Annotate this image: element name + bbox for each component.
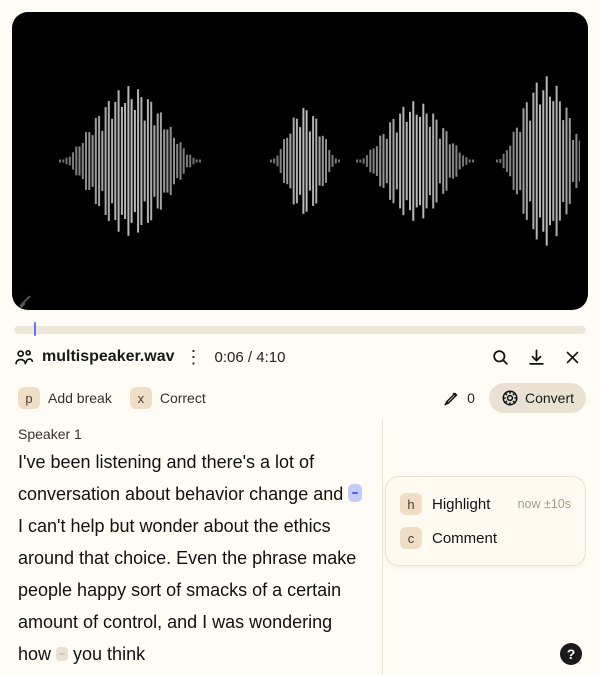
help-button[interactable]: ?	[560, 643, 582, 665]
correct-label: Correct	[160, 390, 206, 406]
file-menu-button[interactable]: ⋮	[183, 348, 205, 366]
multispeaker-icon	[14, 347, 34, 367]
close-button[interactable]	[558, 343, 586, 371]
add-break-keycap: p	[18, 387, 40, 409]
changes-count[interactable]: 0	[439, 387, 479, 409]
help-glyph: ?	[567, 646, 576, 662]
waveform-svg	[20, 61, 580, 261]
pause-marker-active[interactable]	[348, 484, 362, 502]
convert-label: Convert	[525, 390, 574, 406]
toolbar-row: p Add break x Correct 0 Convert	[14, 376, 586, 420]
highlight-hint: now ±10s	[518, 497, 571, 511]
resize-handle-icon[interactable]	[18, 290, 32, 304]
transcript-text[interactable]: I've been listening and there's a lot of…	[18, 446, 368, 670]
highlight-action[interactable]: h Highlight now ±10s	[394, 487, 577, 521]
transcript-seg-3: you think	[68, 644, 145, 664]
convert-button[interactable]: Convert	[489, 383, 586, 413]
content-row: Speaker 1 I've been listening and there'…	[14, 420, 586, 675]
highlight-label: Highlight	[432, 496, 490, 513]
pause-marker[interactable]	[56, 647, 68, 661]
changes-count-value: 0	[467, 390, 475, 406]
add-break-label: Add break	[48, 390, 112, 406]
comment-action[interactable]: c Comment	[394, 521, 577, 555]
pen-icon	[443, 389, 461, 407]
context-menu: h Highlight now ±10s c Comment	[385, 476, 586, 566]
comment-label: Comment	[432, 530, 497, 547]
comment-keycap: c	[400, 527, 422, 549]
convert-icon	[501, 389, 519, 407]
scrub-playhead[interactable]	[34, 322, 36, 336]
download-button[interactable]	[522, 343, 550, 371]
transcript-pane[interactable]: Speaker 1 I've been listening and there'…	[14, 420, 376, 675]
file-name: multispeaker.wav	[42, 348, 175, 366]
transcript-seg-1: I've been listening and there's a lot of…	[18, 452, 348, 504]
correct-keycap: x	[130, 387, 152, 409]
scrub-track	[14, 326, 586, 334]
playback-time: 0:06 / 4:10	[215, 349, 286, 366]
speaker-label: Speaker 1	[18, 426, 368, 442]
highlight-keycap: h	[400, 493, 422, 515]
add-break-button[interactable]: p Add break	[14, 385, 116, 411]
waveform-display[interactable]	[12, 12, 588, 310]
search-button[interactable]	[486, 343, 514, 371]
scrub-bar[interactable]	[14, 322, 586, 338]
transcript-seg-2: I can't help but wonder about the ethics…	[18, 516, 356, 664]
editor-panel: multispeaker.wav ⋮ 0:06 / 4:10 p Add bre…	[0, 322, 600, 675]
current-time: 0:06	[215, 349, 244, 366]
correct-button[interactable]: x Correct	[126, 385, 210, 411]
vertical-divider	[382, 420, 383, 675]
file-info-row: multispeaker.wav ⋮ 0:06 / 4:10	[14, 338, 586, 376]
total-time: 4:10	[256, 349, 285, 366]
side-column: h Highlight now ±10s c Comment ?	[385, 420, 586, 675]
app-root: multispeaker.wav ⋮ 0:06 / 4:10 p Add bre…	[0, 0, 600, 675]
